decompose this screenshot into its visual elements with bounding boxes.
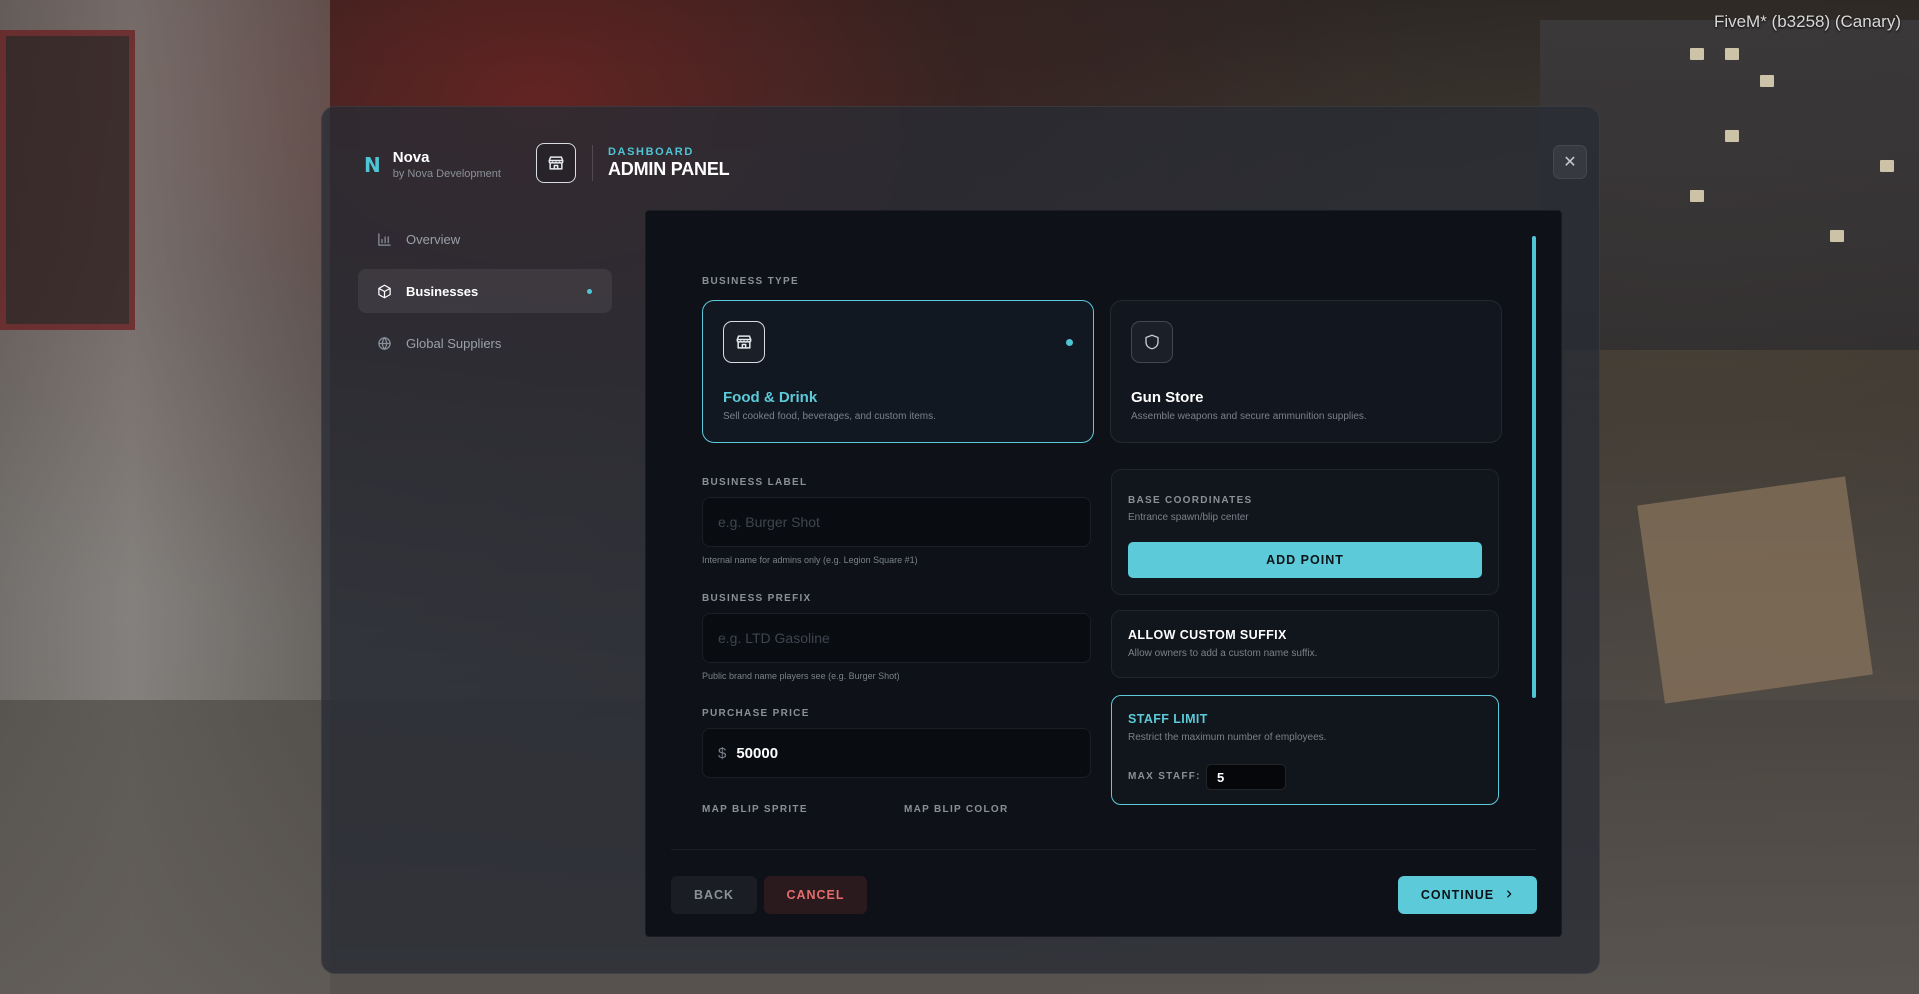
- brand-name: Nova: [392, 149, 430, 166]
- store-icon: [723, 321, 765, 363]
- business-type-label: BUSINESS TYPE: [702, 276, 799, 287]
- background-light: [1690, 48, 1704, 60]
- modal-scrollbar[interactable]: [1532, 236, 1536, 698]
- nova-logo-icon: N: [364, 152, 381, 177]
- purchase-price-field[interactable]: $ 50000: [702, 728, 1091, 778]
- staff-limit-card[interactable]: STAFF LIMIT Restrict the maximum number …: [1111, 695, 1499, 805]
- add-point-button[interactable]: ADD POINT: [1128, 542, 1482, 578]
- brand-subtitle: by Nova Development: [392, 168, 501, 180]
- sidebar-item-label: Overview: [406, 231, 461, 247]
- business-prefix-label: BUSINESS PREFIX: [702, 593, 812, 604]
- custom-suffix-title: ALLOW CUSTOM SUFFIX: [1128, 628, 1287, 642]
- globe-icon: [376, 335, 392, 351]
- background-light: [1725, 130, 1739, 142]
- background-box: [1637, 476, 1873, 704]
- custom-suffix-sub: Allow owners to add a custom name suffix…: [1128, 648, 1318, 659]
- business-prefix-field[interactable]: [702, 613, 1091, 663]
- background-window: [0, 30, 135, 330]
- background-light: [1830, 230, 1844, 242]
- staff-limit-sub: Restrict the maximum number of employees…: [1128, 732, 1327, 743]
- staff-limit-title: STAFF LIMIT: [1128, 712, 1208, 726]
- sidebar-nav: Overview Businesses Global Suppliers: [358, 217, 612, 373]
- background-light: [1690, 190, 1704, 202]
- background-light: [1880, 160, 1894, 172]
- business-label-field[interactable]: [702, 497, 1091, 547]
- bar-chart-icon: [376, 231, 392, 247]
- currency-symbol: $: [718, 744, 727, 762]
- purchase-price-value: 50000: [736, 744, 779, 762]
- sidebar-item-overview[interactable]: Overview: [358, 217, 612, 261]
- brand: N Nova by Nova Development: [364, 149, 501, 180]
- business-label-input[interactable]: [718, 514, 1090, 530]
- type-card-desc: Sell cooked food, beverages, and custom …: [723, 411, 936, 422]
- close-icon: ✕: [1563, 154, 1577, 171]
- store-icon: [536, 143, 576, 183]
- custom-suffix-card[interactable]: ALLOW CUSTOM SUFFIX Allow owners to add …: [1111, 610, 1499, 678]
- cancel-button[interactable]: CANCEL: [764, 876, 867, 914]
- business-prefix-input[interactable]: [718, 630, 1090, 646]
- cube-icon: [376, 283, 392, 299]
- shield-icon: [1131, 321, 1173, 363]
- map-blip-sprite-label: MAP BLIP SPRITE: [702, 804, 808, 815]
- continue-label: CONTINUE: [1420, 888, 1495, 902]
- background-light: [1760, 75, 1774, 87]
- header-kicker: DASHBOARD: [608, 146, 694, 158]
- map-blip-color-label: MAP BLIP COLOR: [904, 804, 1009, 815]
- business-label-label: BUSINESS LABEL: [702, 477, 808, 488]
- type-card-title: Gun Store: [1131, 389, 1204, 406]
- header-divider: [592, 145, 593, 181]
- type-card-gun-store[interactable]: Gun Store Assemble weapons and secure am…: [1110, 300, 1502, 443]
- business-label-hint: Internal name for admins only (e.g. Legi…: [702, 555, 918, 565]
- base-coordinates-card: BASE COORDINATES Entrance spawn/blip cen…: [1111, 469, 1499, 595]
- active-indicator-dot: [587, 288, 592, 294]
- fivem-build-tag: FiveM* (b3258) (Canary): [1713, 12, 1901, 31]
- max-staff-label: MAX STAFF:: [1128, 771, 1201, 782]
- business-prefix-hint: Public brand name players see (e.g. Burg…: [702, 671, 900, 681]
- purchase-price-label: PURCHASE PRICE: [702, 708, 810, 719]
- footer-divider: [671, 849, 1536, 850]
- sidebar-item-label: Businesses: [406, 283, 479, 299]
- sidebar-item-businesses[interactable]: Businesses: [358, 269, 612, 313]
- sidebar-item-label: Global Suppliers: [406, 335, 502, 351]
- type-card-desc: Assemble weapons and secure ammunition s…: [1131, 411, 1367, 422]
- continue-button[interactable]: CONTINUE: [1398, 876, 1537, 914]
- page-title: ADMIN PANEL: [608, 159, 730, 179]
- chevron-right-icon: [1504, 888, 1514, 902]
- create-business-modal: BUSINESS TYPE Food & Drink Sell cooked f…: [645, 210, 1562, 937]
- max-staff-input[interactable]: 5: [1206, 764, 1286, 790]
- base-coordinates-kicker: BASE COORDINATES: [1128, 495, 1253, 506]
- back-button[interactable]: BACK: [671, 876, 757, 914]
- close-button[interactable]: ✕: [1553, 145, 1587, 179]
- base-coordinates-sub: Entrance spawn/blip center: [1128, 512, 1249, 523]
- selected-indicator-dot: [1066, 339, 1073, 346]
- type-card-title: Food & Drink: [723, 389, 818, 406]
- background-light: [1725, 48, 1739, 60]
- sidebar-item-global-suppliers[interactable]: Global Suppliers: [358, 321, 612, 365]
- type-card-food-drink[interactable]: Food & Drink Sell cooked food, beverages…: [702, 300, 1094, 443]
